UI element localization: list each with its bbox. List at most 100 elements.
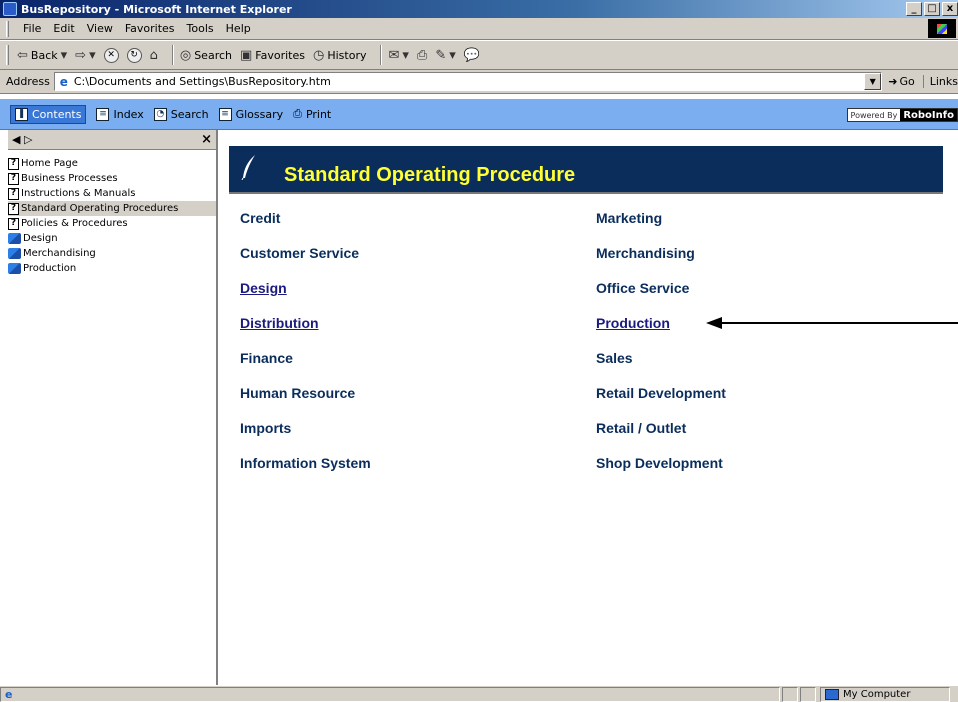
toc-item[interactable]: ? Business Processes: [8, 171, 216, 186]
search-button[interactable]: ◎ Search: [180, 48, 232, 63]
home-button[interactable]: ⌂: [150, 48, 158, 63]
contents-tab[interactable]: ❚ Contents: [10, 104, 87, 124]
toc-item[interactable]: ? Instructions & Manuals: [8, 186, 216, 201]
status-cell: [782, 686, 798, 702]
toc-item-label: Production: [23, 263, 77, 274]
menu-file[interactable]: File: [17, 22, 47, 35]
help-page-icon: ?: [8, 202, 19, 215]
toc-item-label: Business Processes: [21, 173, 118, 184]
toc-item[interactable]: ? Home Page: [8, 156, 216, 171]
sop-link[interactable]: Shop Development: [596, 455, 726, 490]
toc-item[interactable]: Design: [8, 231, 216, 246]
toc-item[interactable]: Merchandising: [8, 246, 216, 261]
address-label: Address: [6, 75, 50, 88]
close-button[interactable]: x: [942, 2, 958, 16]
sop-link[interactable]: Credit: [240, 210, 371, 245]
toc-item-label: Design: [23, 233, 58, 244]
search-tab-label: Search: [170, 107, 209, 121]
menu-favorites[interactable]: Favorites: [119, 22, 181, 35]
sop-link[interactable]: Retail / Outlet: [596, 420, 726, 455]
history-label: History: [327, 48, 367, 62]
help-page-icon: ?: [8, 157, 19, 170]
content-pane: Standard Operating Procedure Credit Custo…: [220, 130, 958, 685]
menu-view[interactable]: View: [81, 22, 119, 35]
sop-link[interactable]: Imports: [240, 420, 371, 455]
toolbar-grip[interactable]: [6, 45, 9, 65]
toc-item[interactable]: ? Standard Operating Procedures: [8, 201, 216, 216]
powered-by-text: Powered By: [850, 110, 898, 120]
toolbar-separator: [380, 45, 383, 65]
index-icon: ≡: [96, 107, 110, 121]
menu-edit[interactable]: Edit: [47, 22, 80, 35]
sop-link[interactable]: Retail Development: [596, 385, 726, 420]
menu-help[interactable]: Help: [220, 22, 257, 35]
help-toolbar: ❚ Contents ≡ Index ◔ Search ≡ Glossary ⎙…: [0, 99, 958, 130]
maximize-button[interactable]: □: [924, 2, 940, 16]
sop-link[interactable]: Distribution: [240, 315, 371, 350]
stop-button[interactable]: ✕: [103, 47, 119, 63]
favorites-label: Favorites: [255, 48, 305, 62]
address-input[interactable]: e C:\Documents and Settings\BusRepositor…: [53, 72, 883, 91]
security-zone: My Computer: [820, 686, 950, 702]
help-page-icon: ?: [8, 217, 19, 230]
address-dropdown-button[interactable]: ▼: [864, 73, 882, 90]
refresh-button[interactable]: ↻: [126, 47, 142, 63]
sop-link[interactable]: Information System: [240, 455, 371, 490]
my-computer-icon: [825, 688, 839, 700]
toc-item-label: Standard Operating Procedures: [21, 203, 179, 214]
dropdown-arrow-icon: ▾: [449, 47, 456, 63]
page-icon: e: [59, 74, 68, 89]
sop-link[interactable]: Sales: [596, 350, 726, 385]
sop-column-left: Credit Customer Service Design Distribution…: [240, 210, 371, 490]
back-button[interactable]: ⇦ Back ▾: [17, 48, 67, 63]
stop-icon: ✕: [103, 47, 119, 63]
glossary-tab[interactable]: ≡ Glossary: [218, 107, 283, 121]
toc-item-label: Policies & Procedures: [21, 218, 128, 229]
mail-icon: ✉: [388, 47, 400, 63]
menu-bar: File Edit View Favorites Tools Help: [0, 18, 958, 40]
close-pane-icon[interactable]: ×: [201, 132, 212, 147]
book-icon: [8, 233, 21, 244]
printer-icon: ⎙: [293, 107, 302, 120]
toc-item[interactable]: Production: [8, 261, 216, 276]
status-cell: [800, 686, 816, 702]
sop-link[interactable]: Human Resource: [240, 385, 371, 420]
links-button[interactable]: Links: [922, 75, 958, 88]
dropdown-arrow-icon: ▾: [60, 47, 68, 63]
sop-link[interactable]: Office Service: [596, 280, 726, 315]
toolbar-grip[interactable]: [6, 20, 9, 37]
printer-icon: ⎙: [416, 47, 428, 63]
discuss-button[interactable]: 💬: [464, 48, 480, 63]
go-button[interactable]: ➜ Go: [888, 75, 914, 88]
index-tab[interactable]: ≡ Index: [96, 107, 144, 121]
book-icon: [8, 263, 21, 274]
status-text-area: e: [0, 686, 780, 702]
toc-item-label: Home Page: [21, 158, 78, 169]
print-tab[interactable]: ⎙ Print: [293, 107, 331, 121]
forward-button[interactable]: ⇨ ▾: [75, 48, 95, 63]
sop-link[interactable]: Finance: [240, 350, 371, 385]
toc-item[interactable]: ? Policies & Procedures: [8, 216, 216, 231]
toc-nav-arrows-icon[interactable]: ◀ ▷: [12, 133, 32, 146]
refresh-icon: ↻: [126, 47, 142, 63]
sop-link[interactable]: Marketing: [596, 210, 726, 245]
sop-link[interactable]: Design: [240, 280, 371, 315]
edit-icon: ✎: [435, 47, 447, 63]
contents-book-icon: ❚: [15, 107, 28, 121]
book-icon: [8, 248, 21, 259]
mail-button[interactable]: ✉ ▾: [388, 48, 408, 63]
menu-tools[interactable]: Tools: [181, 22, 220, 35]
favorites-button[interactable]: ▣ Favorites: [240, 48, 305, 63]
powered-by-badge[interactable]: Powered By RoboInfo: [846, 108, 958, 122]
edit-button[interactable]: ✎ ▾: [435, 48, 455, 63]
sop-link[interactable]: Customer Service: [240, 245, 371, 280]
search-tab[interactable]: ◔ Search: [153, 107, 209, 121]
history-button[interactable]: ◷ History: [313, 48, 366, 63]
print-button[interactable]: ⎙: [417, 48, 427, 63]
back-label: Back: [30, 48, 58, 62]
sop-link[interactable]: Merchandising: [596, 245, 726, 280]
back-arrow-icon: ⇦: [17, 47, 28, 63]
go-label: Go: [899, 75, 915, 88]
minimize-button[interactable]: _: [906, 2, 922, 16]
toc-item-label: Merchandising: [23, 248, 96, 259]
